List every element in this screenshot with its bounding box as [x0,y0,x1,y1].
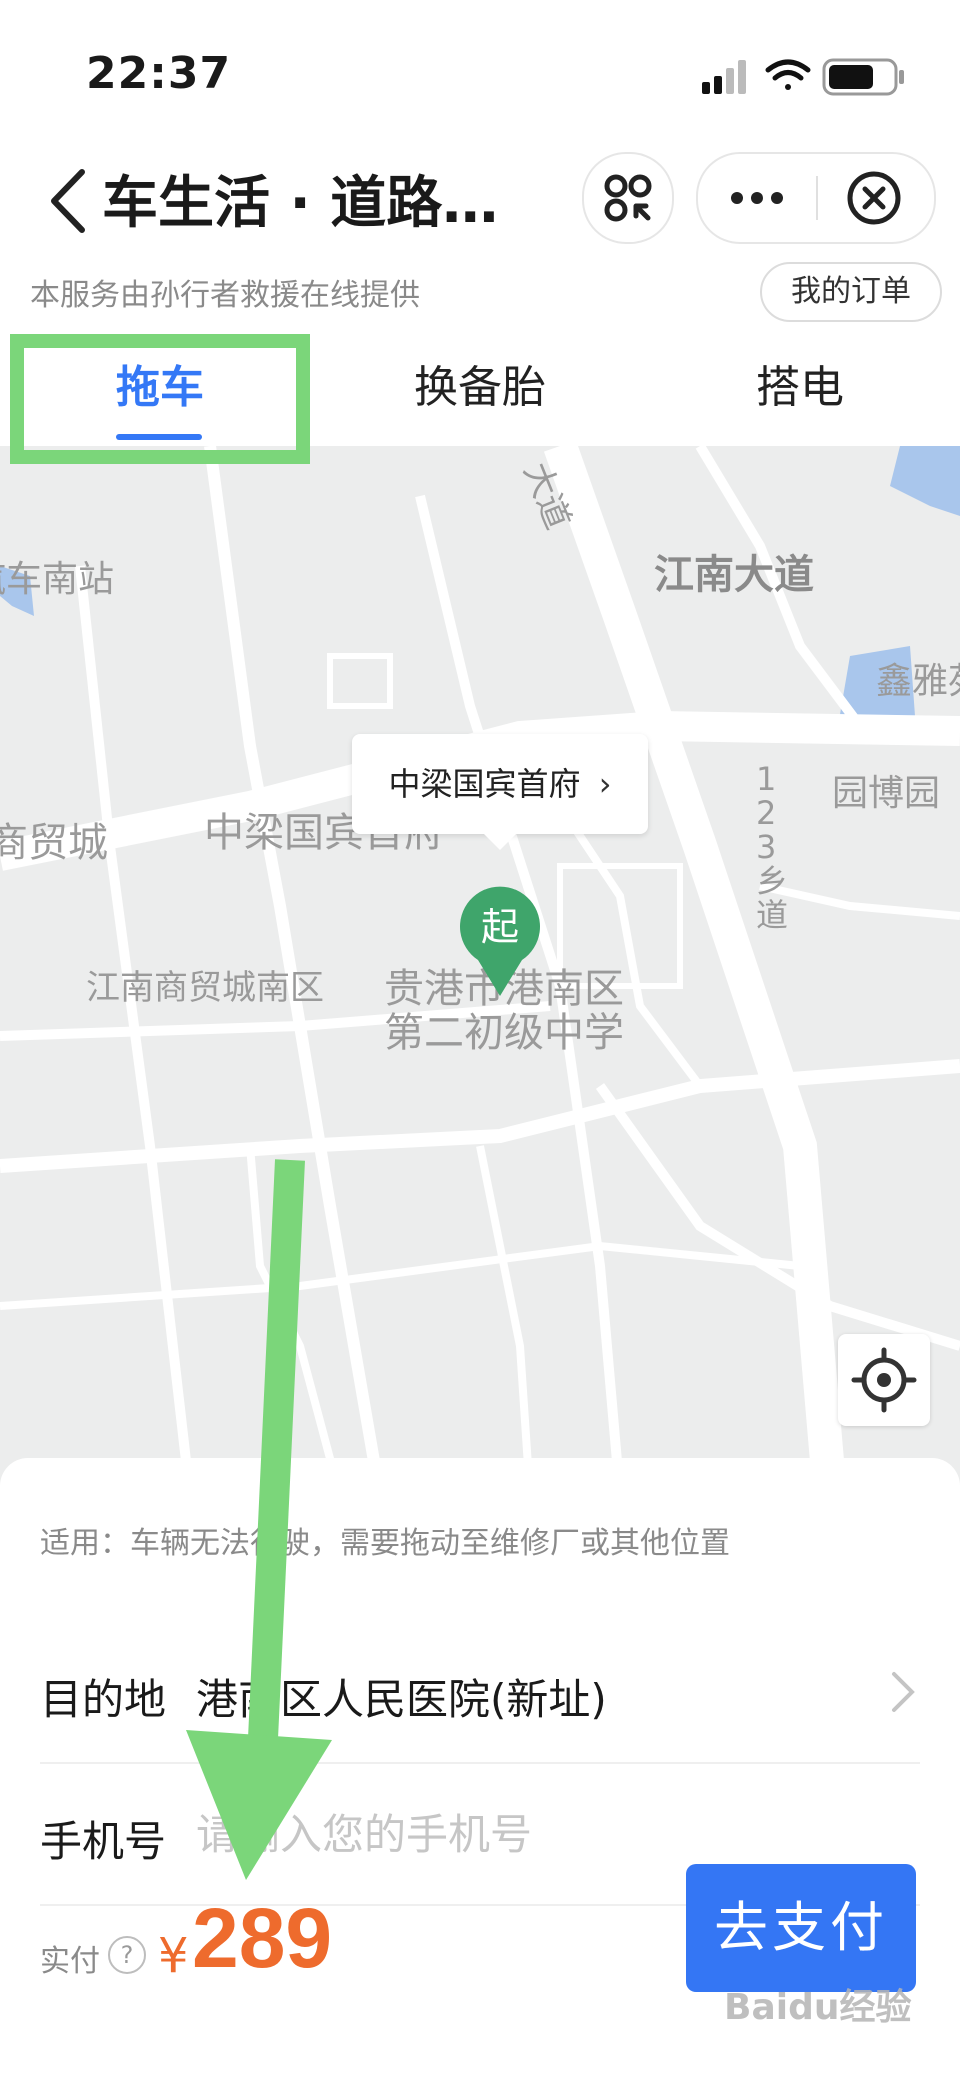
tab-jump-start[interactable]: 搭电 [640,330,960,450]
destination-value: 港南区人民医院(新址) [196,1675,607,1724]
status-icons [702,58,904,96]
applicable-hint: 适用：车辆无法行驶，需要拖动至维修厂或其他位置 [40,1526,730,1561]
wifi-icon [765,59,811,90]
page-title: 车生活 · 道路… [102,171,499,236]
miniapp-capsule [696,152,936,244]
scan-button[interactable] [582,152,674,244]
start-pin-icon: 起 [460,886,540,996]
my-orders-button[interactable]: 我的订单 [760,262,942,322]
locate-crosshair-icon [851,1347,917,1413]
map-label-school-line2: 第二初级中学 [384,1010,624,1056]
map-label-xinya: 鑫雅苑 [876,661,960,702]
more-button[interactable] [698,154,816,242]
callout-label: 中梁国宾首府 [388,765,581,803]
nav-bar: 车生活 · 道路… [0,140,960,250]
map-label-jiangnan-avenue: 江南大道 [654,552,814,598]
phone-input[interactable] [196,1802,796,1866]
pay-button[interactable]: 去支付 [686,1864,916,1992]
scan-icon [604,174,652,222]
help-icon[interactable]: ? [108,1936,146,1974]
tab-spare-tire[interactable]: 换备胎 [320,330,640,450]
map-label-bus-station: 汽车南站 [0,559,115,600]
battery-icon [822,58,904,96]
destination-row[interactable]: 目的地 港南区人民医院(新址) [40,1622,920,1764]
currency-symbol: ¥ [158,1928,189,1984]
provider-text: 本服务由孙行者救援在线提供 [30,278,420,313]
map-view[interactable]: 大道 江南大道 汽车南站 鑫雅苑 园博园 商贸城 中梁国宾首府 123乡道 江南… [0,446,960,1496]
signal-icon [702,60,746,94]
more-dots-icon [731,192,783,204]
chevron-right-icon: › [598,765,612,803]
tab-highlight-box [10,334,310,464]
map-label-trade-city: 商贸城 [0,820,108,866]
map-label-yuanbo: 园博园 [832,773,941,814]
locate-button[interactable] [838,1334,930,1426]
back-arrow-icon[interactable] [40,166,100,236]
destination-label: 目的地 [40,1675,167,1724]
location-callout[interactable]: 中梁国宾首府 › [352,734,648,850]
price-amount: 289 [192,1891,333,1985]
map-label-road-123: 123乡道 [756,760,789,934]
chevron-right-icon [892,1672,915,1712]
close-circle-icon [847,171,901,225]
start-pin-label: 起 [481,905,519,949]
close-button[interactable] [818,154,934,242]
watermark: Baidu经验 [724,1987,912,2028]
map-label-trade-south: 江南商贸城南区 [86,968,324,1008]
status-time: 22:37 [86,48,232,99]
paid-label: 实付 [40,1944,100,1979]
phone-label: 手机号 [40,1817,167,1866]
